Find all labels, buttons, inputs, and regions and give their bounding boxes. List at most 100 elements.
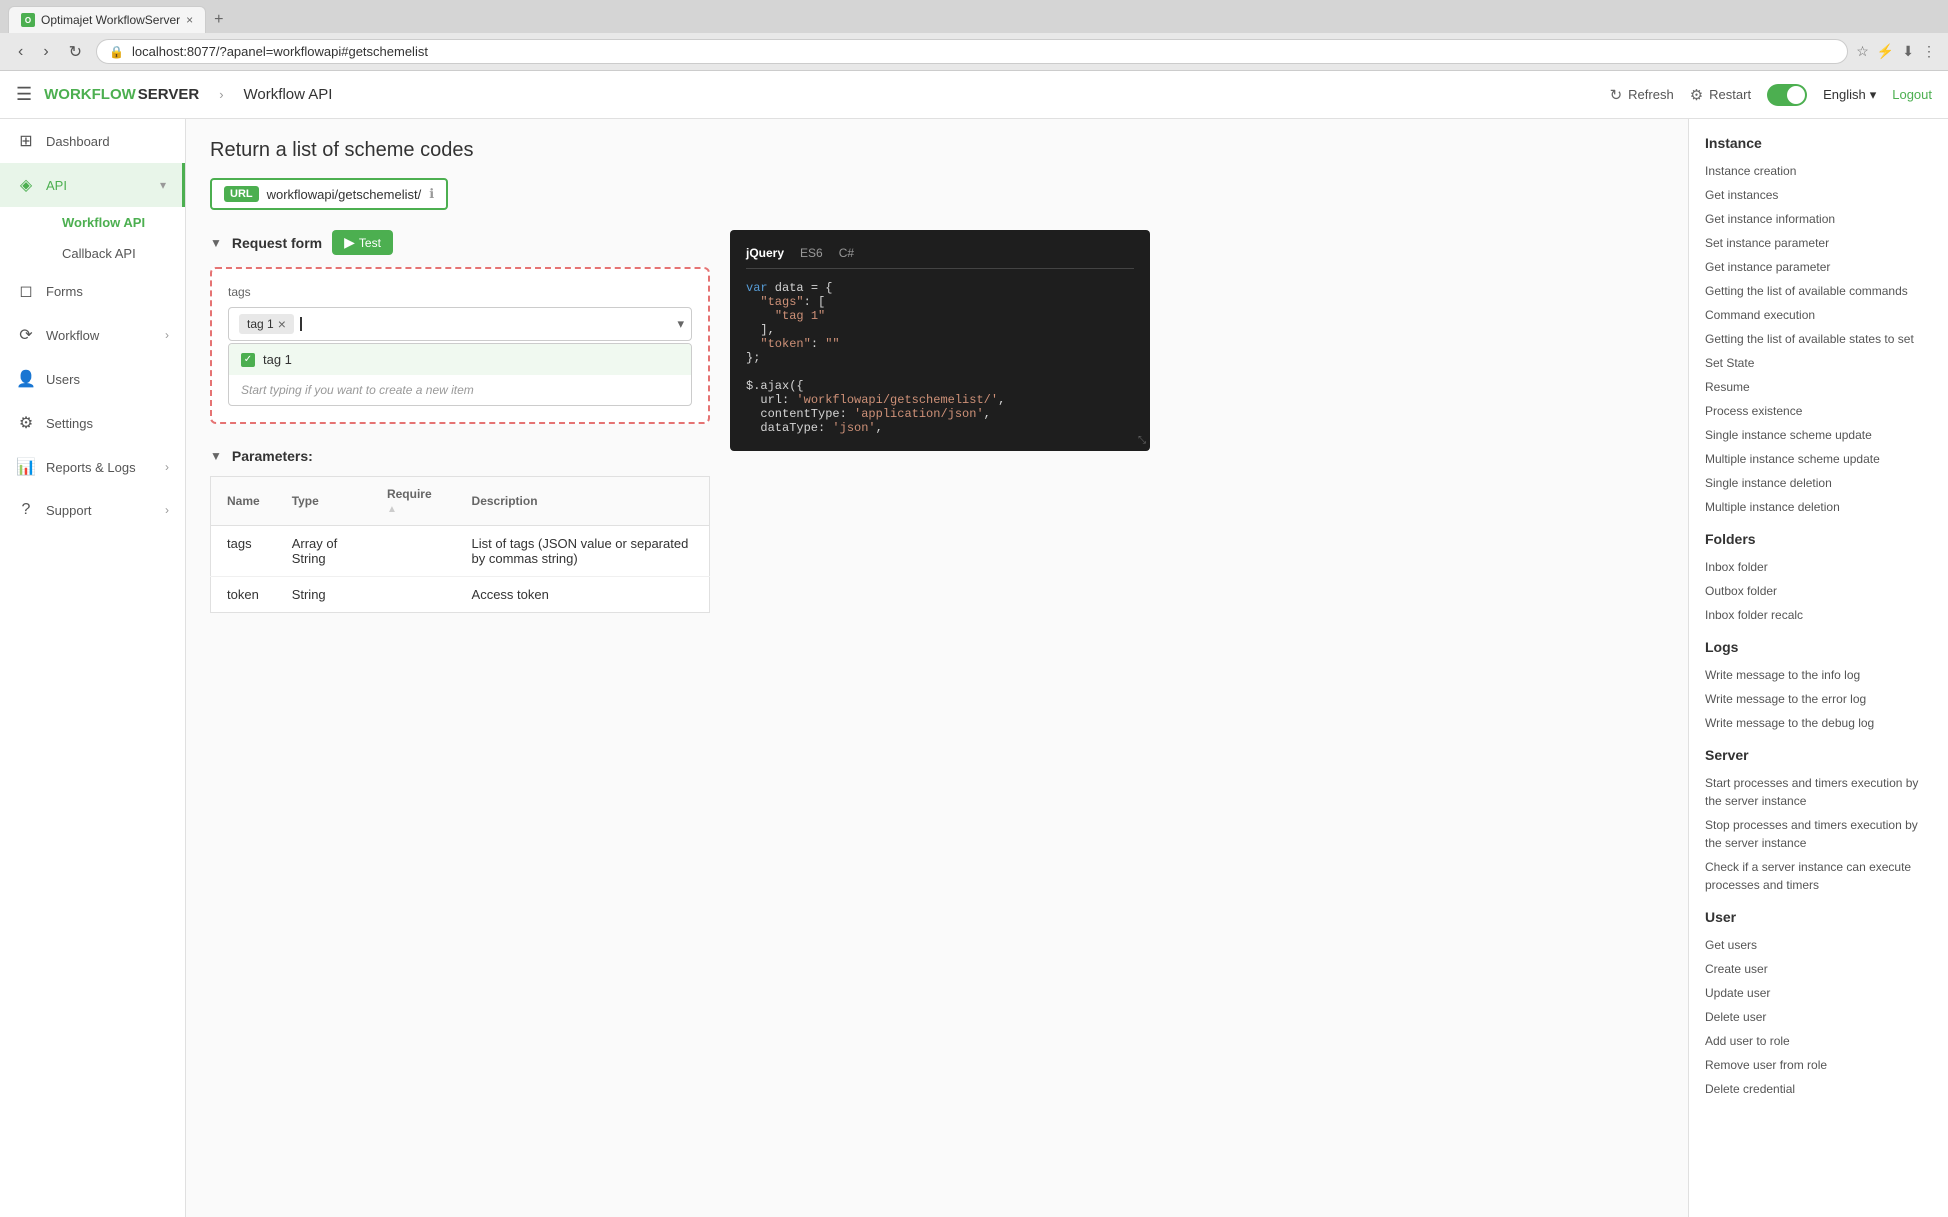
section-header-params[interactable]: ▼ Parameters: <box>210 448 710 464</box>
language-selector[interactable]: English ▾ <box>1823 87 1876 103</box>
rs-link-inbox-folder-recalc[interactable]: Inbox folder recalc <box>1705 603 1932 627</box>
sidebar-item-support[interactable]: ? Support › <box>0 489 185 531</box>
param-name: tags <box>211 526 276 577</box>
section-header-request[interactable]: ▼ Request form ▶ Test <box>210 230 710 255</box>
chevron-down-icon: ▾ <box>160 178 166 192</box>
rs-section-title-folders: Folders <box>1705 531 1932 547</box>
menu-icon[interactable]: ⋮ <box>1922 43 1936 60</box>
rs-link-add-user-role[interactable]: Add user to role <box>1705 1029 1932 1053</box>
tags-dropdown: ✓ tag 1 Start typing if you want to crea… <box>228 343 692 406</box>
browser-tabs: O Optimajet WorkflowServer × + <box>0 0 1948 33</box>
topbar-actions: ↻ Refresh ⚙ Restart English ▾ Logout <box>1610 84 1932 106</box>
url-value: workflowapi/getschemelist/ <box>267 187 422 202</box>
sort-icon: ▲ <box>387 504 397 515</box>
rs-link-delete-user[interactable]: Delete user <box>1705 1005 1932 1029</box>
code-content: var data = { "tags": [ "tag 1" ], "token… <box>746 281 1134 435</box>
language-label: English <box>1823 87 1866 102</box>
chevron-right-icon: › <box>165 460 169 474</box>
table-row: tags Array of String List of tags (JSON … <box>211 526 710 577</box>
rs-link-inbox-folder[interactable]: Inbox folder <box>1705 555 1932 579</box>
rs-link-check-server[interactable]: Check if a server instance can execute p… <box>1705 855 1932 897</box>
sidebar-item-forms[interactable]: ◻ Forms <box>0 269 185 313</box>
rs-link-start-processes[interactable]: Start processes and timers execution by … <box>1705 771 1932 813</box>
code-tabs: jQuery ES6 C# <box>746 246 1134 269</box>
address-bar[interactable]: 🔒 localhost:8077/?apanel=workflowapi#get… <box>96 39 1848 64</box>
rs-link-update-user[interactable]: Update user <box>1705 981 1932 1005</box>
dropdown-item-tag1[interactable]: ✓ tag 1 <box>229 344 691 375</box>
restart-button[interactable]: ⚙ Restart <box>1690 86 1751 104</box>
back-button[interactable]: ‹ <box>12 41 29 63</box>
sidebar-item-settings[interactable]: ⚙ Settings <box>0 401 185 445</box>
extensions-icon[interactable]: ⚡ <box>1877 43 1894 60</box>
rs-link-get-available-states[interactable]: Getting the list of available states to … <box>1705 327 1932 351</box>
play-icon: ▶ <box>344 234 355 251</box>
reload-button[interactable]: ↻ <box>63 40 88 64</box>
browser-tab-active[interactable]: O Optimajet WorkflowServer × <box>8 6 206 33</box>
rs-link-process-existence[interactable]: Process existence <box>1705 399 1932 423</box>
breadcrumb-separator: › <box>219 87 223 102</box>
sidebar-item-reports[interactable]: 📊 Reports & Logs › <box>0 445 185 489</box>
rs-link-get-instances[interactable]: Get instances <box>1705 183 1932 207</box>
rs-link-get-instance-info[interactable]: Get instance information <box>1705 207 1932 231</box>
rs-link-get-instance-param[interactable]: Get instance parameter <box>1705 255 1932 279</box>
col-header-require: Require ▲ <box>371 477 456 526</box>
sidebar-sub-item-callback-api[interactable]: Callback API <box>46 238 185 269</box>
sidebar-item-users[interactable]: 👤 Users <box>0 357 185 401</box>
rs-link-debug-log[interactable]: Write message to the debug log <box>1705 711 1932 735</box>
tags-input-wrapper: tag 1 × ▾ <box>228 307 692 341</box>
test-button[interactable]: ▶ Test <box>332 230 393 255</box>
rs-link-resume[interactable]: Resume <box>1705 375 1932 399</box>
rs-link-set-instance-param[interactable]: Set instance parameter <box>1705 231 1932 255</box>
sidebar-item-workflow[interactable]: ⟳ Workflow › <box>0 313 185 357</box>
rs-link-single-deletion[interactable]: Single instance deletion <box>1705 471 1932 495</box>
tag-chip: tag 1 × <box>239 314 294 334</box>
api-icon: ◈ <box>16 175 36 195</box>
rs-link-instance-creation[interactable]: Instance creation <box>1705 159 1932 183</box>
toggle-switch[interactable] <box>1767 84 1807 106</box>
sidebar-sub-item-workflow-api[interactable]: Workflow API <box>46 207 185 238</box>
left-col: ▼ Request form ▶ Test tags tag 1 <box>210 230 710 637</box>
param-required <box>371 526 456 577</box>
rs-link-multiple-deletion[interactable]: Multiple instance deletion <box>1705 495 1932 519</box>
rs-link-set-state[interactable]: Set State <box>1705 351 1932 375</box>
toggle-container <box>1767 84 1807 106</box>
code-panel: jQuery ES6 C# var data = { "tags": [ "ta… <box>730 230 1150 451</box>
sidebar-item-label: API <box>46 178 150 193</box>
resize-handle[interactable]: ⤡ <box>1138 435 1146 447</box>
sidebar-item-dashboard[interactable]: ⊞ Dashboard <box>0 119 185 163</box>
logout-button[interactable]: Logout <box>1892 87 1932 102</box>
code-tab-es6[interactable]: ES6 <box>800 246 823 260</box>
tags-input[interactable]: tag 1 × <box>228 307 692 341</box>
info-icon[interactable]: ℹ <box>429 186 434 202</box>
forward-button[interactable]: › <box>37 41 54 63</box>
url-label: URL <box>224 186 259 202</box>
code-tab-jquery[interactable]: jQuery <box>746 246 784 260</box>
rs-link-info-log[interactable]: Write message to the info log <box>1705 663 1932 687</box>
hamburger-icon[interactable]: ☰ <box>16 84 32 105</box>
chevron-down-icon: ▾ <box>1870 87 1877 103</box>
rs-link-get-users[interactable]: Get users <box>1705 933 1932 957</box>
bookmark-icon[interactable]: ☆ <box>1856 43 1869 60</box>
workflow-icon: ⟳ <box>16 325 36 345</box>
rs-link-get-available-commands[interactable]: Getting the list of available commands <box>1705 279 1932 303</box>
rs-link-command-execution[interactable]: Command execution <box>1705 303 1932 327</box>
sidebar-item-api[interactable]: ◈ API ▾ <box>0 163 185 207</box>
tab-close-icon[interactable]: × <box>186 13 193 27</box>
param-description: Access token <box>456 577 710 613</box>
dashboard-icon: ⊞ <box>16 131 36 151</box>
download-icon[interactable]: ⬇ <box>1902 43 1914 60</box>
rs-link-outbox-folder[interactable]: Outbox folder <box>1705 579 1932 603</box>
page-title: Return a list of scheme codes <box>210 139 1664 162</box>
rs-link-multiple-scheme-update[interactable]: Multiple instance scheme update <box>1705 447 1932 471</box>
rs-link-error-log[interactable]: Write message to the error log <box>1705 687 1932 711</box>
code-tab-csharp[interactable]: C# <box>839 246 854 260</box>
rs-link-create-user[interactable]: Create user <box>1705 957 1932 981</box>
rs-link-stop-processes[interactable]: Stop processes and timers execution by t… <box>1705 813 1932 855</box>
refresh-button[interactable]: ↻ Refresh <box>1610 86 1674 104</box>
rs-link-delete-credential[interactable]: Delete credential <box>1705 1077 1932 1101</box>
new-tab-button[interactable]: + <box>206 7 231 33</box>
rs-link-single-scheme-update[interactable]: Single instance scheme update <box>1705 423 1932 447</box>
rs-link-remove-user-role[interactable]: Remove user from role <box>1705 1053 1932 1077</box>
tag-chip-remove-icon[interactable]: × <box>278 316 286 332</box>
restart-label: Restart <box>1709 87 1751 102</box>
